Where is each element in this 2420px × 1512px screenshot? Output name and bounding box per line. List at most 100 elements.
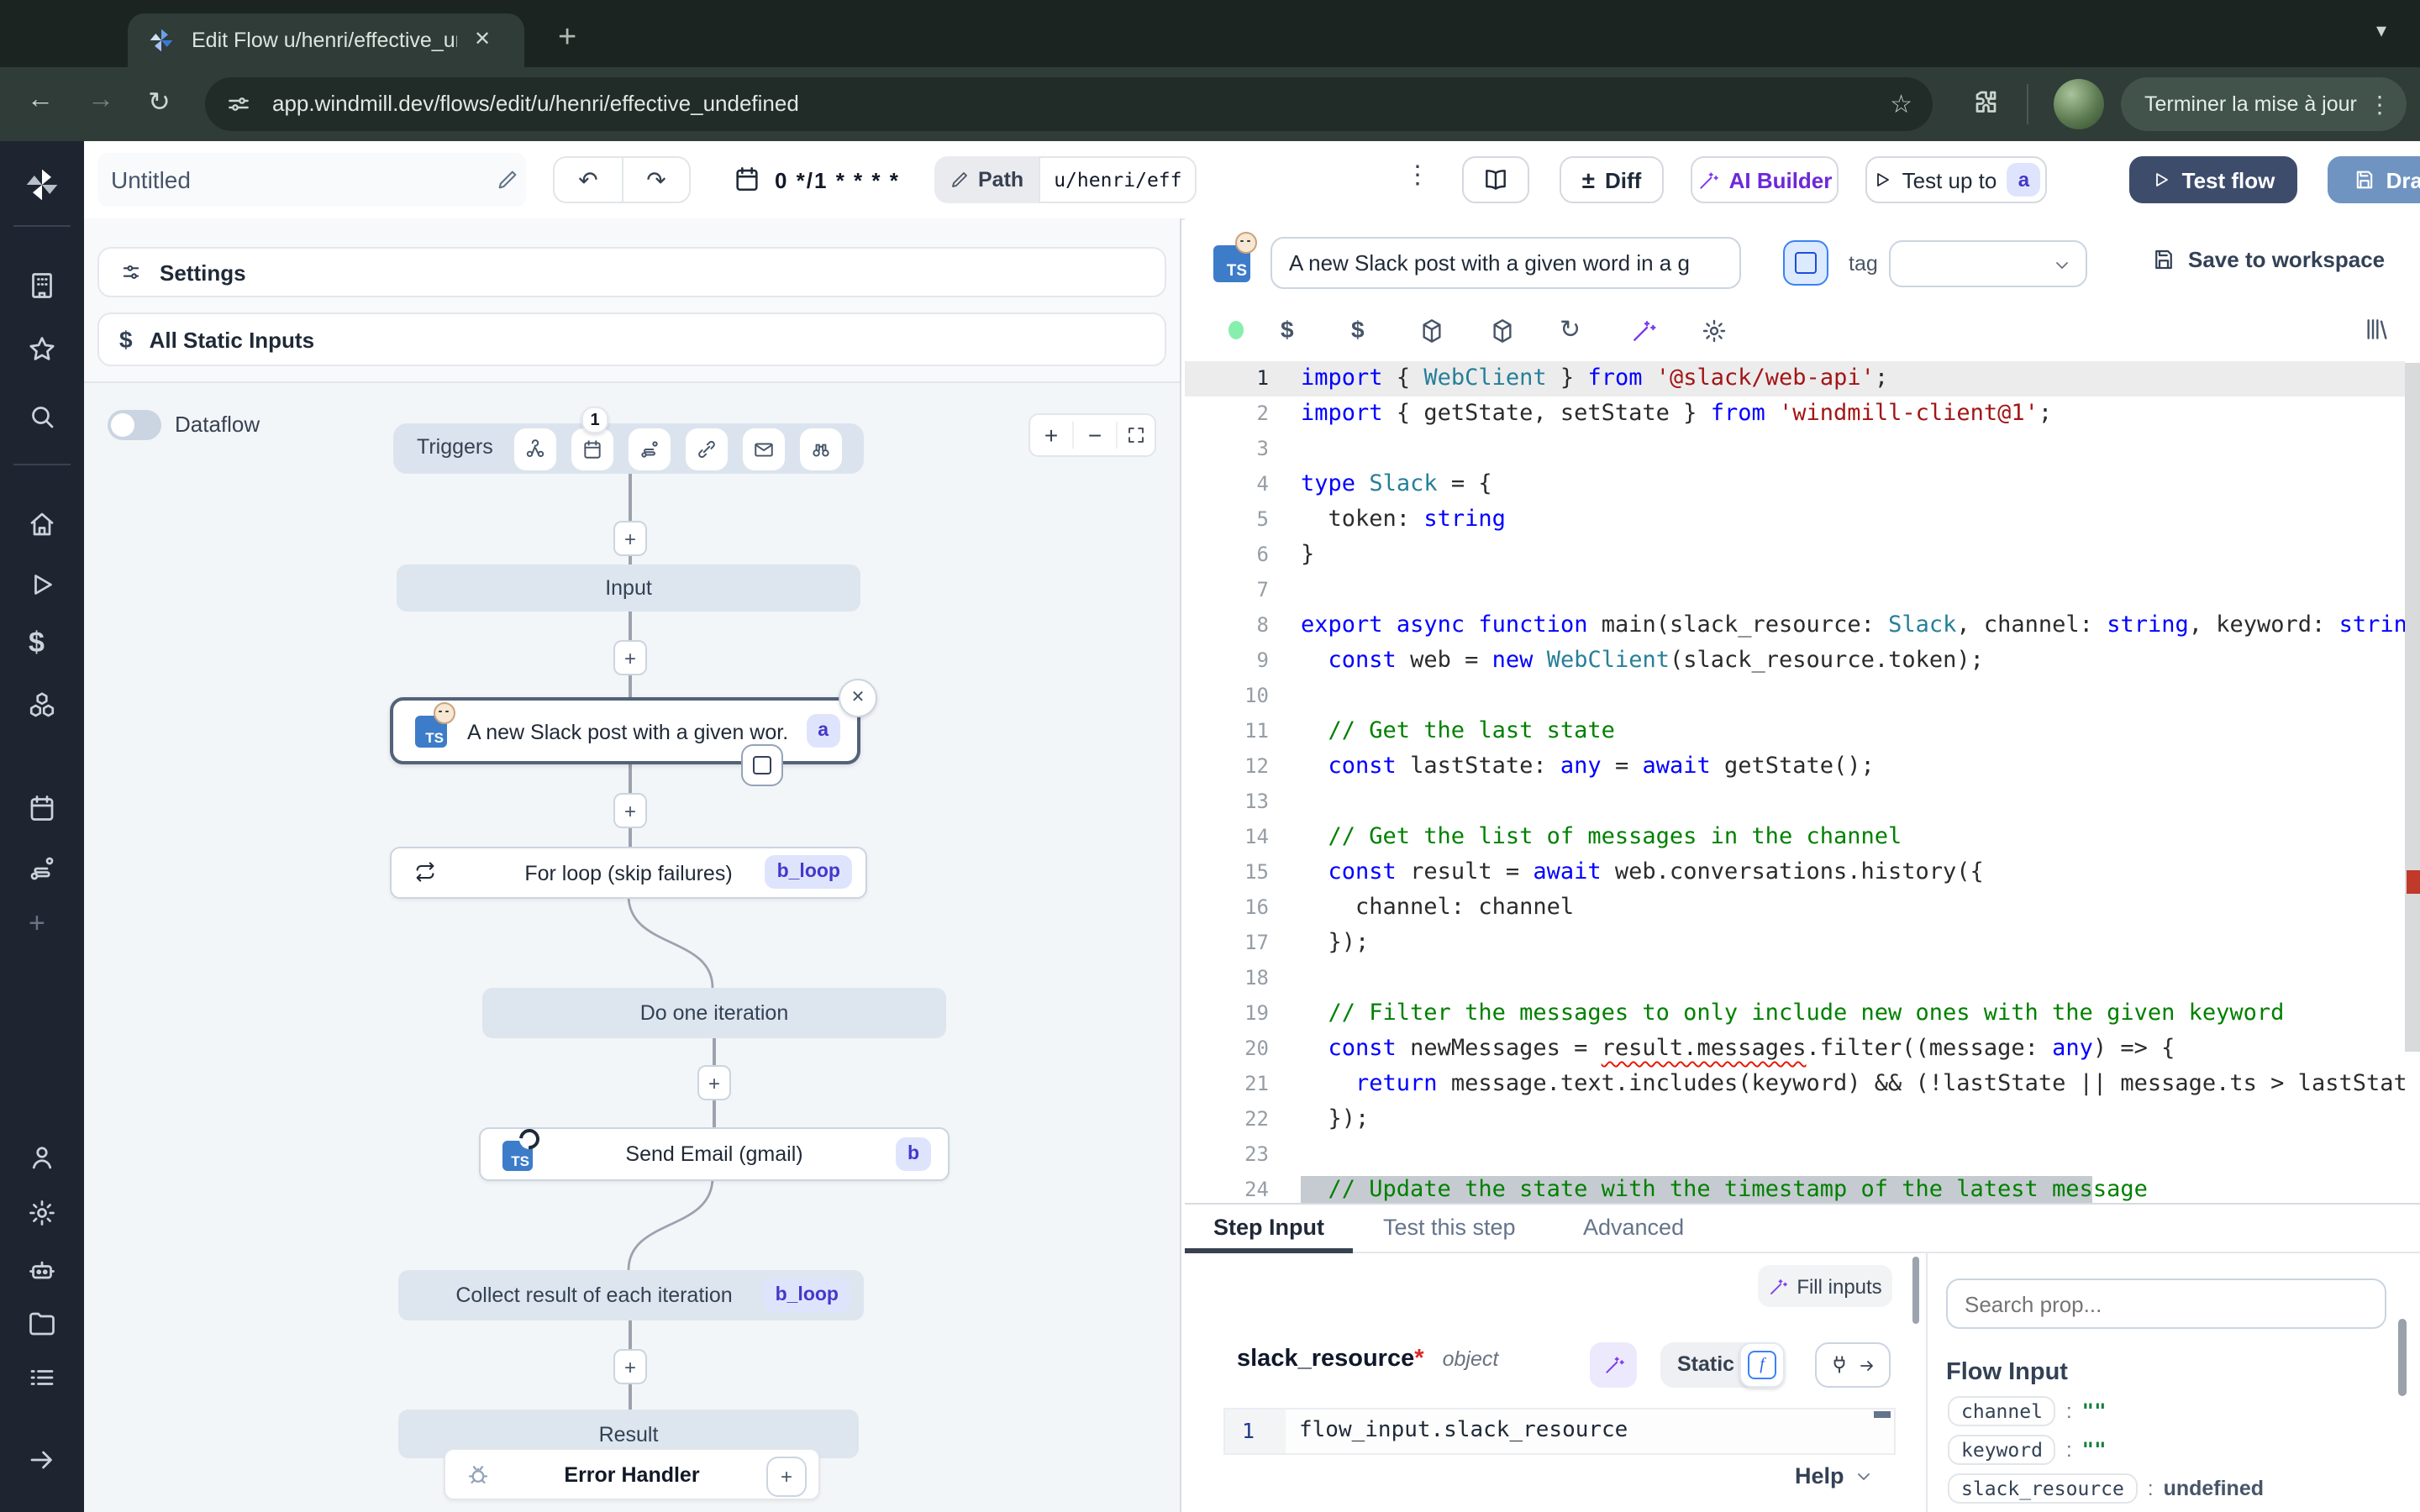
code-line[interactable]: 2import { getState, setState } from 'win… (1185, 396, 2405, 432)
runs-icon[interactable] (27, 570, 57, 600)
code-line[interactable]: 20 const newMessages = result.messages.f… (1185, 1032, 2405, 1067)
prop-key[interactable]: slack_resource (1948, 1473, 2138, 1504)
error-handler-card[interactable]: Error Handler + (444, 1448, 820, 1500)
extensions-icon[interactable] (1970, 87, 2000, 118)
code-line[interactable]: 23 (1185, 1137, 2405, 1173)
schedule-trigger-icon[interactable] (571, 428, 613, 470)
tab-advanced[interactable]: Advanced (1583, 1215, 1684, 1240)
more-options-icon[interactable]: ⋮ (1405, 160, 1430, 190)
variables-picker-icon[interactable]: $ (1281, 316, 1294, 343)
code-line[interactable]: 12 const lastState: any = await getState… (1185, 749, 2405, 785)
add-step-button[interactable]: + (613, 1349, 647, 1384)
help-button[interactable]: Help (1795, 1463, 1875, 1488)
flow-name-input[interactable]: Untitled (97, 153, 526, 207)
code-line[interactable]: 17 }); (1185, 926, 2405, 961)
code-line[interactable]: 1import { WebClient } from '@slack/web-a… (1185, 361, 2405, 396)
code-line[interactable]: 11 // Get the last state (1185, 714, 2405, 749)
browser-update-button[interactable]: Terminer la mise à jour ⋮ (2121, 77, 2407, 131)
javascript-expr-mode-button[interactable]: f (1739, 1342, 1785, 1388)
code-line[interactable]: 15 const result = await web.conversation… (1185, 855, 2405, 890)
stop-after-step-toggle[interactable] (1783, 240, 1828, 286)
tab-step-input[interactable]: Step Input (1213, 1215, 1324, 1240)
code-line[interactable]: 9 const web = new WebClient(slack_resour… (1185, 643, 2405, 679)
code-line[interactable]: 14 // Get the list of messages in the ch… (1185, 820, 2405, 855)
code-line[interactable]: 18 (1185, 961, 2405, 996)
new-tab-icon[interactable]: + (558, 20, 576, 57)
ai-robot-icon[interactable] (27, 1255, 57, 1285)
tabs-chevron-icon[interactable]: ▾ (2376, 18, 2386, 42)
expression-editor[interactable]: 1 flow_input.slack_resource (1223, 1408, 1896, 1455)
panel-divider[interactable] (1180, 218, 1181, 1512)
bookmark-star-icon[interactable]: ☆ (1890, 89, 1912, 119)
add-icon[interactable]: + (29, 907, 45, 941)
folders-icon[interactable] (27, 1309, 57, 1339)
code-line[interactable]: 10 (1185, 679, 2405, 714)
undo-button[interactable]: ↶ (555, 165, 622, 194)
package-icon[interactable] (1489, 318, 1516, 344)
http-route-trigger-icon[interactable] (629, 428, 671, 470)
ai-fill-button[interactable] (1590, 1342, 1637, 1388)
ai-wand-icon[interactable] (1630, 318, 1657, 344)
reload-script-icon[interactable]: ↻ (1560, 314, 1581, 344)
add-error-handler-icon[interactable]: + (766, 1456, 807, 1496)
resources-picker-icon[interactable]: $ (1351, 316, 1365, 343)
add-step-button[interactable]: + (613, 793, 647, 828)
code-line[interactable]: 13 (1185, 785, 2405, 820)
triggers-bar[interactable]: Triggers 1 (393, 423, 864, 474)
browser-avatar[interactable] (2054, 79, 2104, 129)
tag-select[interactable] (1889, 240, 2087, 287)
prop-row-keyword[interactable]: keyword : "" (1948, 1435, 2107, 1465)
redo-button[interactable]: ↷ (623, 165, 689, 194)
code-line[interactable]: 8export async function main(slack_resour… (1185, 608, 2405, 643)
code-line[interactable]: 19 // Filter the messages to only includ… (1185, 996, 2405, 1032)
step-summary-input[interactable] (1270, 237, 1741, 289)
node-forloop[interactable]: For loop (skip failures) b_loop (390, 847, 867, 899)
poll-trigger-icon[interactable] (800, 428, 842, 470)
draft-button[interactable]: Draft (2328, 156, 2420, 203)
all-static-inputs-button[interactable]: $ All Static Inputs (97, 312, 1166, 366)
prop-row-slack-resource[interactable]: slack_resource : undefined (1948, 1473, 2264, 1504)
user-icon[interactable] (27, 1142, 57, 1173)
code-line[interactable]: 3 (1185, 432, 2405, 467)
favorites-star-icon[interactable] (27, 334, 57, 365)
remove-step-icon[interactable]: ✕ (839, 679, 877, 717)
prop-row-channel[interactable]: channel : "" (1948, 1396, 2107, 1426)
code-line[interactable]: 22 }); (1185, 1102, 2405, 1137)
path-chip[interactable]: Path u/henri/eff (934, 156, 1197, 203)
tab-test-this-step[interactable]: Test this step (1383, 1215, 1516, 1240)
node-do-one-iteration[interactable]: Do one iteration (482, 988, 946, 1038)
connect-input-button[interactable] (1815, 1342, 1891, 1388)
dataflow-toggle[interactable] (108, 410, 161, 440)
node-input[interactable]: Input (397, 564, 860, 612)
cron-schedule[interactable]: 0 */1 * * * * (775, 168, 900, 193)
input-mode-toggle[interactable]: Static f (1660, 1342, 1785, 1388)
editor-scrollbar[interactable] (2405, 363, 2420, 1052)
add-step-button[interactable]: + (613, 521, 647, 556)
email-trigger-icon[interactable] (743, 428, 785, 470)
code-line[interactable]: 4type Slack = { (1185, 467, 2405, 502)
zoom-in-icon[interactable]: + (1030, 422, 1072, 449)
code-line[interactable]: 21 return message.text.includes(keyword)… (1185, 1067, 2405, 1102)
fill-inputs-button[interactable]: Fill inputs (1758, 1265, 1892, 1307)
editor-settings-gear-icon[interactable] (1701, 318, 1728, 344)
code-line[interactable]: 6} (1185, 538, 2405, 573)
resources-icon[interactable] (27, 690, 57, 721)
node-send-email[interactable]: TS Send Email (gmail) b (479, 1127, 950, 1181)
code-line[interactable]: 5 token: string (1185, 502, 2405, 538)
browser-tab[interactable]: Edit Flow u/henri/effective_un ✕ (128, 13, 524, 67)
collapse-arrow-icon[interactable] (27, 1445, 57, 1475)
save-to-workspace-button[interactable]: Save to workspace (2151, 247, 2385, 272)
home-icon[interactable] (27, 509, 57, 539)
test-flow-button[interactable]: Test flow (2129, 156, 2297, 203)
variables-icon[interactable]: $ (29, 627, 45, 660)
code-line[interactable]: 24 // Update the state with the timestam… (1185, 1173, 2405, 1203)
websocket-trigger-icon[interactable] (686, 428, 728, 470)
docs-book-button[interactable] (1462, 156, 1529, 203)
tab-close-icon[interactable]: ✕ (474, 27, 491, 50)
library-icon[interactable] (2363, 316, 2390, 343)
webhook-trigger-icon[interactable] (514, 428, 556, 470)
prop-key[interactable]: keyword (1948, 1435, 2056, 1465)
reload-icon[interactable]: ↻ (148, 86, 171, 119)
test-up-to-button[interactable]: Test up to a (1865, 156, 2047, 203)
site-settings-icon[interactable] (225, 91, 252, 118)
